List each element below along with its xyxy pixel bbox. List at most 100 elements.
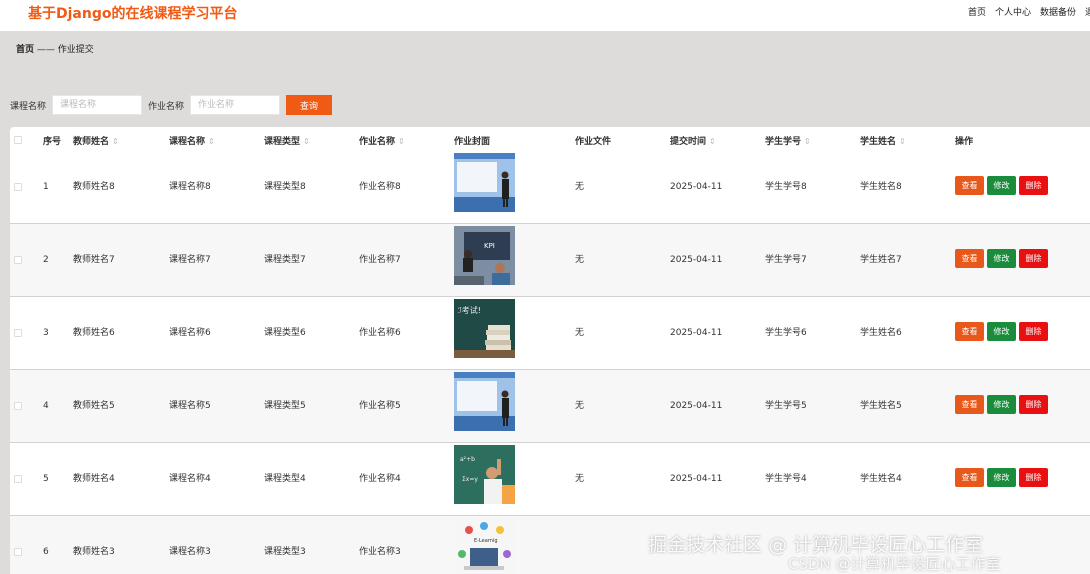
view-button[interactable]: 查看 (955, 468, 984, 487)
homework-cover-image[interactable]: a²+b Σx=y (454, 445, 515, 504)
cell-no: 3 (43, 328, 49, 338)
cell-course-name: 课程名称7 (169, 255, 211, 265)
col-header-homework[interactable]: 作业名称 ⇕ (359, 134, 405, 147)
svg-text:E-Learnig: E-Learnig (474, 538, 498, 544)
col-header-student-name[interactable]: 学生姓名 ⇕ (860, 134, 906, 147)
col-header-file: 作业文件 (575, 137, 612, 147)
row-checkbox[interactable] (14, 256, 22, 264)
nav-personal-center[interactable]: 个人中心 (995, 5, 1031, 18)
course-name-label: 课程名称 (10, 101, 47, 112)
nav-home[interactable]: 首页 (968, 5, 986, 18)
homework-name-label: 作业名称 (148, 101, 185, 112)
cell-student-id: 学生学号7 (765, 255, 807, 265)
col-header-time[interactable]: 提交时间 ⇕ (670, 134, 716, 147)
col-header-course-text: 课程名称 (169, 137, 206, 147)
sort-icon[interactable]: ⇕ (303, 137, 310, 146)
table-row[interactable]: 5 教师姓名4 课程名称4 课程类型4 作业名称4 无 2025-04-11 学生学号4 学生姓… (10, 443, 1090, 516)
col-header-student-id[interactable]: 学生学号 ⇕ (765, 134, 811, 147)
homework-cover-image[interactable]: KPI (454, 226, 515, 285)
homework-cover-image[interactable]: ℐ考试! (454, 299, 515, 358)
query-button[interactable]: 查询 (286, 95, 333, 115)
search-bar: 课程名称 作业名称 查询 (10, 95, 333, 115)
table-header: 序号 教师姓名 ⇕ 课程名称 ⇕ 课程类型 ⇕ 作业名称 ⇕ 作业封面 作业文件 提交时… (10, 127, 1090, 151)
col-header-no: 序号 (43, 137, 62, 147)
cell-student-name: 学生姓名8 (860, 182, 902, 192)
col-header-homework-text: 作业名称 (359, 137, 396, 147)
svg-text:Σx=y: Σx=y (462, 476, 478, 483)
cell-student-id: 学生学号6 (765, 328, 807, 338)
cell-homework-file: 无 (575, 182, 585, 192)
table-row[interactable]: 2 教师姓名7 课程名称7 课程类型7 作业名称7 无 2025-04-11 学生学号7 学生姓… (10, 224, 1090, 297)
cell-student-name: 学生姓名4 (860, 474, 902, 484)
delete-button[interactable]: 删除 (1019, 395, 1048, 414)
cell-homework-name: 作业名称5 (359, 401, 401, 411)
table-row[interactable]: 3 教师姓名6 课程名称6 课程类型6 作业名称6 无 2025-04-11 学生学号6 学生姓… (10, 297, 1090, 370)
cell-student-id: 学生学号5 (765, 401, 807, 411)
col-header-student-name-text: 学生姓名 (860, 137, 897, 147)
view-button[interactable]: 查看 (955, 395, 984, 414)
col-header-teacher-text: 教师姓名 (73, 137, 110, 147)
view-button[interactable]: 查看 (955, 249, 984, 268)
cell-homework-name: 作业名称7 (359, 255, 401, 265)
row-checkbox[interactable] (14, 402, 22, 410)
cell-submit-time: 2025-04-11 (670, 474, 723, 484)
row-checkbox[interactable] (14, 548, 22, 556)
col-header-student-id-text: 学生学号 (765, 137, 802, 147)
row-checkbox[interactable] (14, 329, 22, 337)
course-name-input[interactable] (52, 95, 143, 115)
edit-button[interactable]: 修改 (987, 176, 1016, 195)
cell-homework-file: 无 (575, 474, 585, 484)
homework-cover-image[interactable] (454, 153, 515, 212)
svg-text:a²+b: a²+b (460, 456, 475, 463)
delete-button[interactable]: 删除 (1019, 249, 1048, 268)
col-header-actions: 操作 (955, 137, 974, 147)
cell-submit-time: 2025-04-11 (670, 182, 723, 192)
edit-button[interactable]: 修改 (987, 322, 1016, 341)
delete-button[interactable]: 删除 (1019, 176, 1048, 195)
col-header-type[interactable]: 课程类型 ⇕ (264, 134, 310, 147)
top-header: 基于Django的在线课程学习平台 首页 个人中心 数据备份 退 (0, 0, 1090, 32)
row-checkbox[interactable] (14, 183, 22, 191)
cell-homework-name: 作业名称3 (359, 547, 401, 557)
top-nav: 首页 个人中心 数据备份 退 (968, 5, 1090, 18)
breadcrumb-home[interactable]: 首页 (16, 45, 34, 55)
row-checkbox[interactable] (14, 475, 22, 483)
sort-icon[interactable]: ⇕ (709, 137, 716, 146)
col-header-teacher[interactable]: 教师姓名 ⇕ (73, 134, 119, 147)
delete-button[interactable]: 删除 (1019, 468, 1048, 487)
view-button[interactable]: 查看 (955, 176, 984, 195)
nav-data-backup[interactable]: 数据备份 (1040, 5, 1076, 18)
sort-icon[interactable]: ⇕ (899, 137, 906, 146)
breadcrumb-current: 作业提交 (57, 45, 94, 55)
col-header-course[interactable]: 课程名称 ⇕ (169, 134, 215, 147)
cell-course-type: 课程类型7 (264, 255, 306, 265)
table-row[interactable]: 4 教师姓名5 课程名称5 课程类型5 作业名称5 无 2025-04-11 学生学号5 学生姓… (10, 370, 1090, 443)
cell-homework-file: 无 (575, 255, 585, 265)
cell-teacher-name: 教师姓名3 (73, 547, 115, 557)
cell-teacher-name: 教师姓名7 (73, 255, 115, 265)
view-button[interactable]: 查看 (955, 322, 984, 341)
col-header-cover: 作业封面 (454, 137, 491, 147)
nav-logout[interactable]: 退 (1085, 5, 1090, 18)
svg-text:ℐ考试!: ℐ考试! (458, 305, 481, 315)
select-all-checkbox[interactable] (14, 136, 22, 144)
sort-icon[interactable]: ⇕ (112, 137, 119, 146)
row-actions: 查看 修改 删除 (955, 176, 1048, 195)
sort-icon[interactable]: ⇕ (804, 137, 811, 146)
edit-button[interactable]: 修改 (987, 249, 1016, 268)
svg-text:KPI: KPI (484, 242, 495, 250)
sort-icon[interactable]: ⇕ (208, 137, 215, 146)
homework-cover-image[interactable]: E-Learnig (454, 518, 515, 574)
edit-button[interactable]: 修改 (987, 468, 1016, 487)
cell-no: 1 (43, 182, 49, 192)
homework-cover-image[interactable] (454, 372, 515, 431)
table-row[interactable]: 1 教师姓名8 课程名称8 课程类型8 作业名称8 无 2025-04-11 学生学号8 学生姓… (10, 151, 1090, 224)
edit-button[interactable]: 修改 (987, 395, 1016, 414)
sort-icon[interactable]: ⇕ (398, 137, 405, 146)
watermark-csdn: CSDN @计算机毕设匠心工作室 (788, 555, 1001, 573)
delete-button[interactable]: 删除 (1019, 322, 1048, 341)
cell-submit-time: 2025-04-11 (670, 255, 723, 265)
cell-student-id: 学生学号4 (765, 474, 807, 484)
homework-name-input[interactable] (190, 95, 281, 115)
cell-student-name: 学生姓名5 (860, 401, 902, 411)
